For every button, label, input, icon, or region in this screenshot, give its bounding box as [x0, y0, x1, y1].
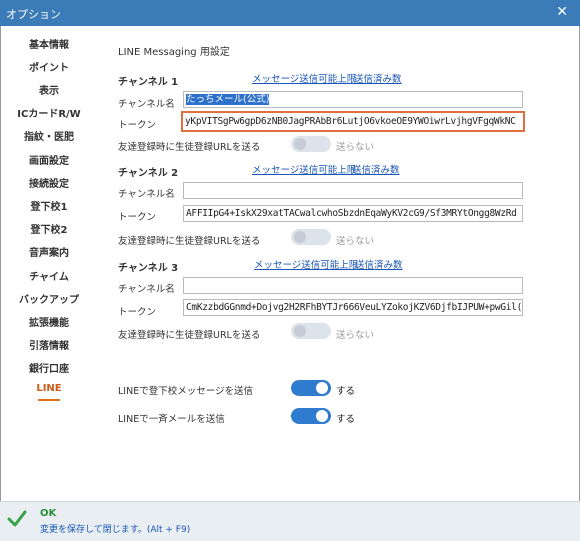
- sidebar-item-line[interactable]: LINE: [10, 383, 88, 394]
- channel1-name-input[interactable]: たっちメール(公式): [183, 91, 523, 108]
- sidebar-item-backup[interactable]: バックアップ: [10, 291, 88, 306]
- ok-button[interactable]: OK: [40, 508, 56, 519]
- sidebar-item-attendance1[interactable]: 登下校1: [10, 198, 88, 213]
- channel2-title: チャンネル 2: [118, 168, 179, 179]
- sidebar-item-connection[interactable]: 接続設定: [10, 175, 88, 190]
- channel2-limit-link[interactable]: メッセージ送信可能上限: [252, 162, 356, 176]
- sidebar-item-debit[interactable]: 引落情報: [10, 337, 88, 352]
- sidebar-item-bank[interactable]: 銀行口座: [10, 360, 88, 375]
- sidebar-item-iccard[interactable]: ICカードR/W: [10, 105, 88, 120]
- channel3-token-label: トークン: [118, 307, 157, 318]
- channel2-friend-label: 友達登録時に生徒登録URLを送る: [118, 236, 261, 247]
- channel3-limit-link[interactable]: メッセージ送信可能上限: [254, 257, 358, 271]
- sidebar-item-screen[interactable]: 画面設定: [10, 152, 88, 167]
- channel3-token-input[interactable]: CmKzzbdGGnmd+Dojvg2H2RFhBYTJr666VeuLYZok…: [183, 299, 523, 316]
- channel1-sent-link[interactable]: 送信済み数: [354, 71, 402, 85]
- channel3-name-input[interactable]: [183, 277, 523, 294]
- channel1-toggle-label: 送らない: [336, 142, 375, 153]
- close-icon[interactable]: ✕: [556, 4, 568, 20]
- sidebar-item-attendance2[interactable]: 登下校2: [10, 221, 88, 236]
- channel1-title: チャンネル 1: [118, 77, 179, 88]
- sidebar-item-display[interactable]: 表示: [10, 82, 88, 97]
- channel2-token-input[interactable]: AFFIIpG4+IskX29xatTACwalcwhoSbzdnEqaWyKV…: [183, 205, 523, 222]
- sidebar-item-fingerprint[interactable]: 指紋・医肥: [10, 128, 88, 143]
- toggle-knob: [316, 382, 328, 394]
- channel3-name-label: チャンネル名: [118, 284, 175, 295]
- channel3-sent-link[interactable]: 送信済み数: [355, 257, 403, 271]
- channel1-friend-label: 友達登録時に生徒登録URLを送る: [118, 142, 261, 153]
- channel2-token-label: トークン: [118, 212, 157, 223]
- page-heading: LINE Messaging 用設定: [118, 47, 230, 58]
- line-notify-toggle-label: する: [336, 386, 356, 397]
- line-notify-label: LINEで登下校メッセージを送信: [118, 386, 254, 397]
- channel2-name-input[interactable]: [183, 182, 523, 199]
- channel2-friend-toggle[interactable]: [291, 229, 331, 245]
- channel1-token-input[interactable]: yKpVITSgPw6gpD6zNB0JagPRAbBr6LutjO6vkoeO…: [181, 111, 525, 132]
- channel2-name-label: チャンネル名: [118, 189, 175, 200]
- line-mail-label: LINEで一斉メールを送信: [118, 414, 225, 425]
- checkmark-icon[interactable]: [6, 508, 28, 530]
- line-mail-toggle[interactable]: [291, 408, 331, 424]
- active-indicator: [38, 399, 60, 401]
- sidebar-item-voice[interactable]: 音声案内: [10, 244, 88, 259]
- channel3-toggle-label: 送らない: [336, 330, 375, 341]
- line-mail-toggle-label: する: [336, 414, 356, 425]
- channel3-friend-label: 友達登録時に生徒登録URLを送る: [118, 330, 261, 341]
- channel3-title: チャンネル 3: [118, 263, 179, 274]
- toggle-knob: [294, 231, 306, 243]
- toggle-knob: [294, 325, 306, 337]
- channel3-friend-toggle[interactable]: [291, 323, 331, 339]
- channel1-limit-link[interactable]: メッセージ送信可能上限: [252, 71, 356, 85]
- sidebar-item-point[interactable]: ポイント: [10, 59, 88, 74]
- toggle-knob: [294, 138, 306, 150]
- channel2-sent-link[interactable]: 送信済み数: [352, 162, 400, 176]
- line-notify-toggle[interactable]: [291, 380, 331, 396]
- toggle-knob: [316, 410, 328, 422]
- title-bar: オプション ✕: [0, 0, 580, 26]
- channel1-name-label: チャンネル名: [118, 99, 175, 110]
- sidebar-item-extension[interactable]: 拡張機能: [10, 314, 88, 329]
- channel1-friend-toggle[interactable]: [291, 136, 331, 152]
- channel2-toggle-label: 送らない: [336, 236, 375, 247]
- ok-description: 変更を保存して閉じます。(Alt + F9): [40, 525, 191, 535]
- footer-bar: OK 変更を保存して閉じます。(Alt + F9): [0, 501, 580, 541]
- window-title: オプション: [6, 8, 61, 21]
- sidebar-item-chime[interactable]: チャイム: [10, 268, 88, 283]
- channel1-token-label: トークン: [118, 120, 157, 131]
- sidebar-item-basic[interactable]: 基本情報: [10, 36, 88, 51]
